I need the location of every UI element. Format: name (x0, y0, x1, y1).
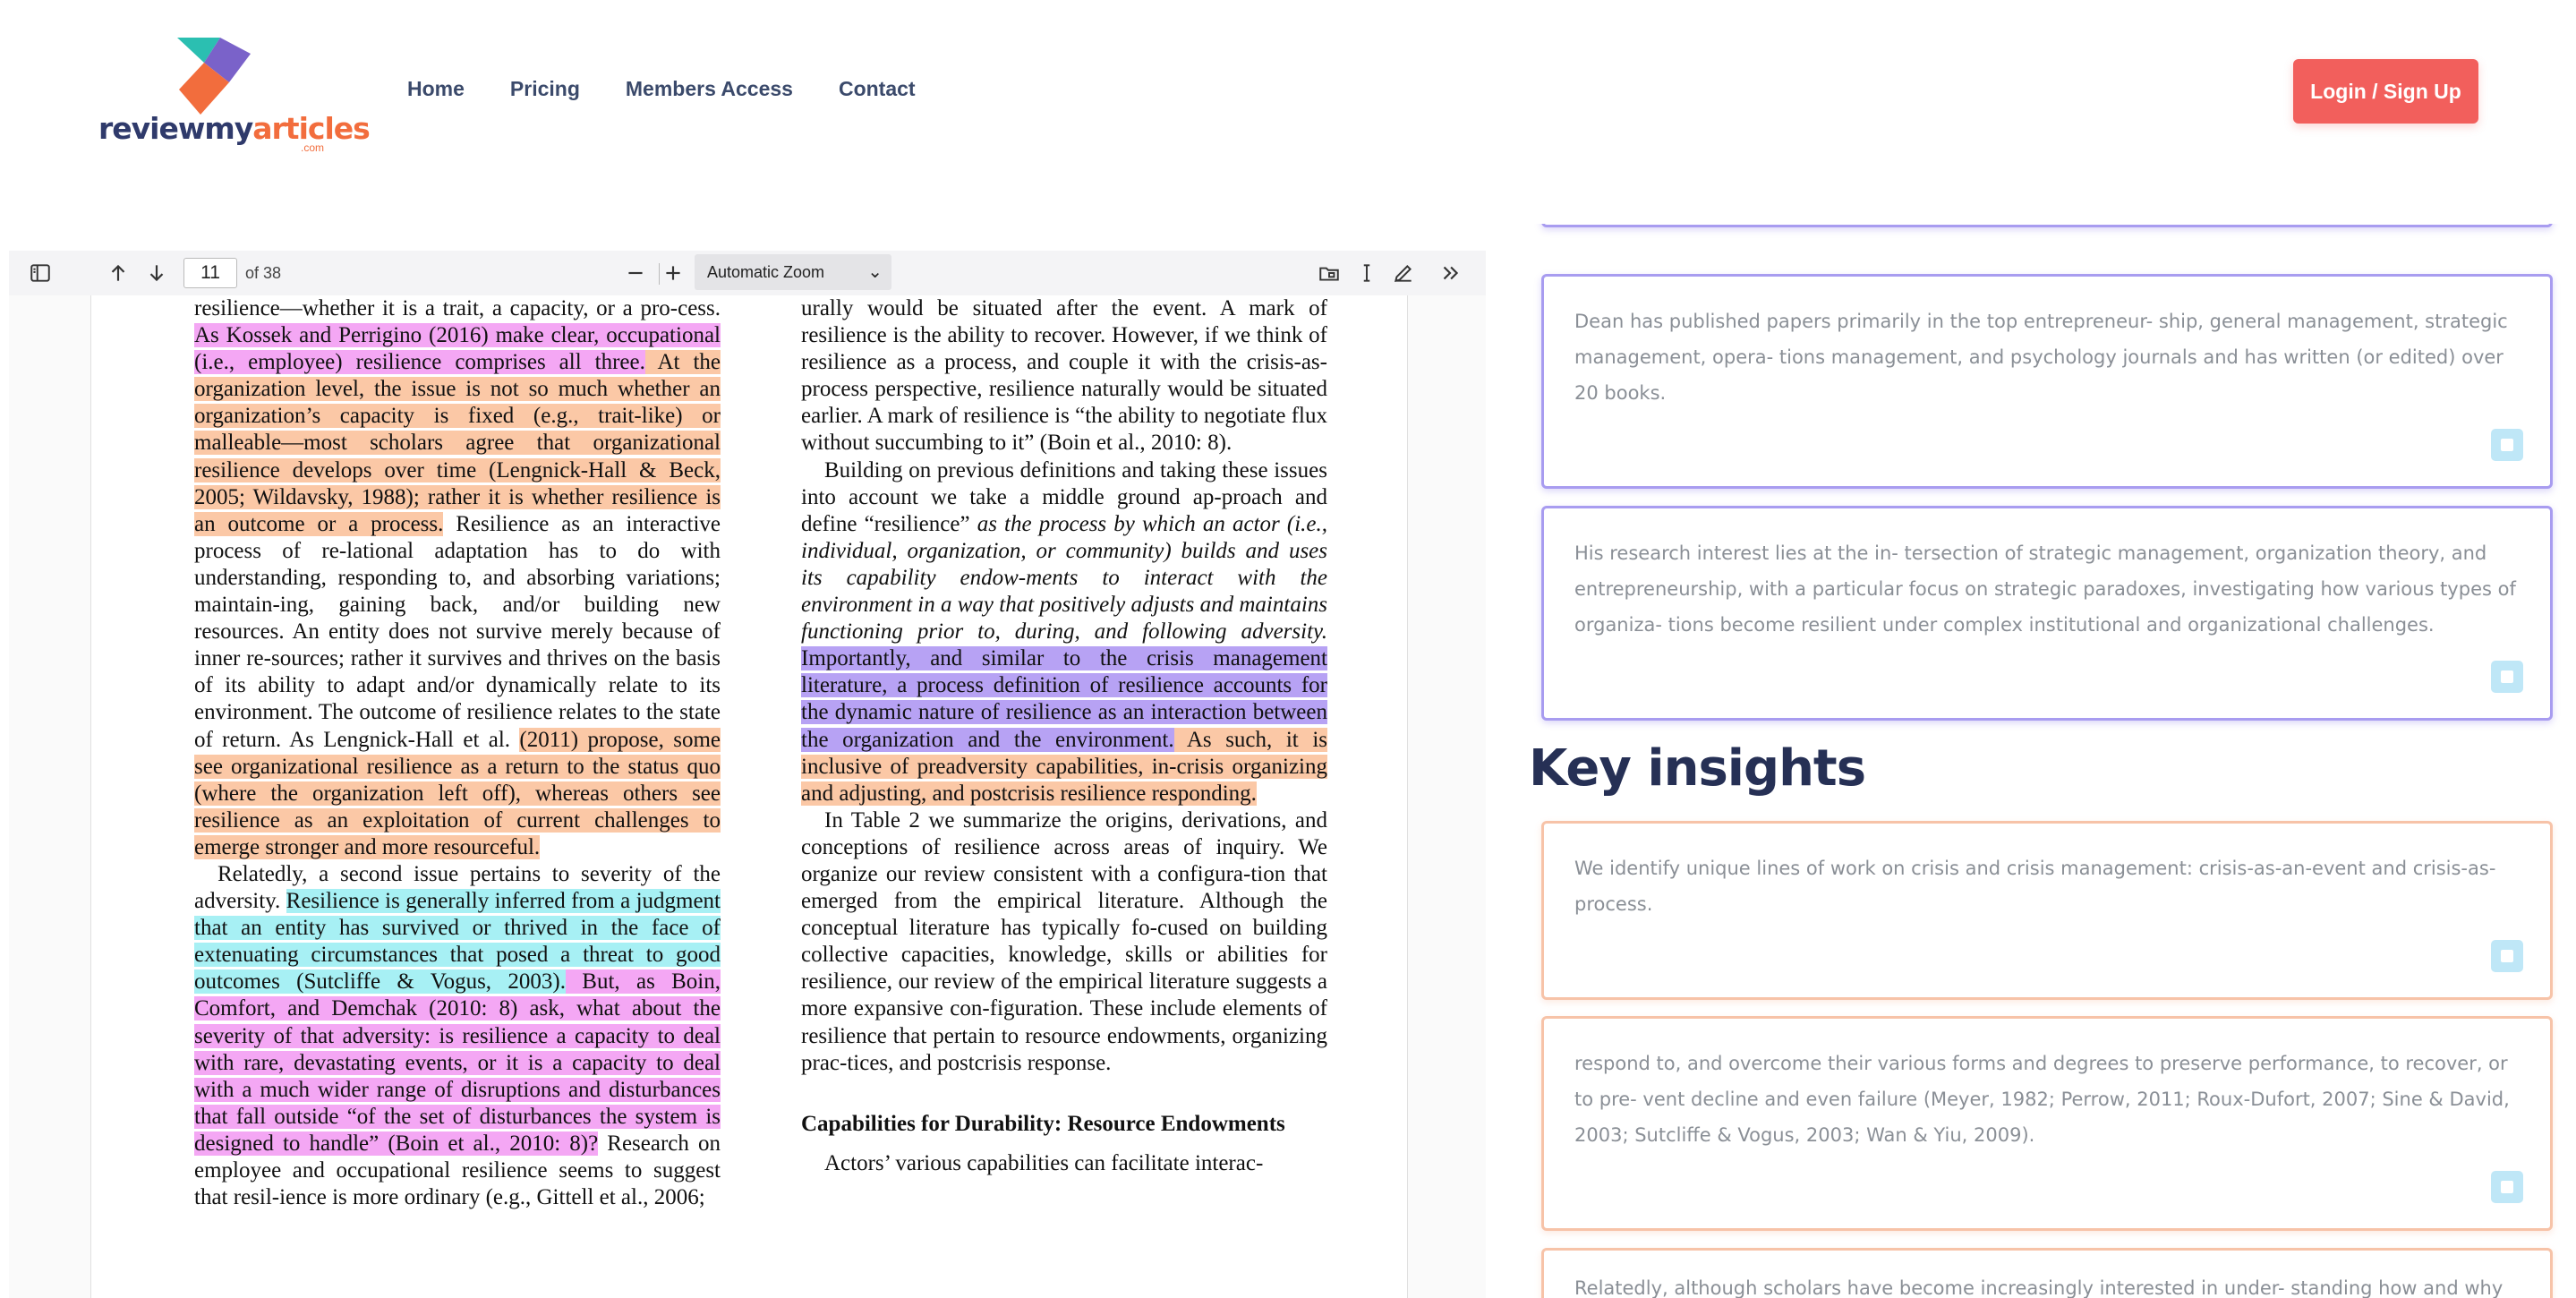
summary-card: His research interest lies at the in- te… (1541, 506, 2553, 721)
pen-icon[interactable] (1386, 251, 1421, 295)
double-chevron-right-icon[interactable] (1432, 251, 1468, 295)
insight-card-text: Relatedly, although scholars have become… (1574, 1277, 2503, 1298)
brand-tld: .com (301, 141, 325, 154)
sidebar-toggle-icon[interactable] (18, 251, 63, 295)
insight-card: respond to, and overcome their various f… (1541, 1016, 2553, 1231)
highlight-pink[interactable]: As Kossek and Perrigino (2016) make clea… (194, 323, 721, 375)
pdf-left-column: resilience—whether it is a trait, a capa… (194, 295, 721, 1211)
plus-icon[interactable] (655, 251, 691, 295)
text-cursor-icon[interactable] (1349, 251, 1385, 295)
key-insights-heading: Key insights (1529, 739, 1866, 798)
site-logo[interactable]: reviewmyarticles .com (97, 32, 371, 154)
nav-home[interactable]: Home (407, 77, 465, 101)
insights-panel[interactable]: Dean has published papers primarily in t… (1522, 224, 2576, 1298)
nav-pricing[interactable]: Pricing (510, 77, 580, 101)
pdf-section-heading: Capabilities for Durability: Resource En… (801, 1111, 1285, 1136)
insight-card: We identify unique lines of work on cris… (1541, 821, 2553, 1000)
pdf-paragraph: Actors’ various capabilities can facilit… (824, 1150, 1264, 1175)
copy-icon[interactable] (2491, 661, 2523, 693)
insight-card: Relatedly, although scholars have become… (1541, 1248, 2553, 1298)
summary-card-text: Dean has published papers primarily in t… (1574, 311, 2508, 404)
zoom-select-value: Automatic Zoom (707, 263, 825, 281)
insight-card-text: We identify unique lines of work on cris… (1574, 858, 2496, 915)
pdf-paragraph: In Table 2 we summarize the origins, der… (801, 807, 1327, 1075)
copy-icon[interactable] (2491, 1171, 2523, 1203)
arrow-down-icon[interactable] (139, 251, 175, 295)
page-number-input[interactable]: 11 (183, 258, 237, 288)
brand-name: reviewmyarticles (98, 111, 371, 146)
main-nav: Home Pricing Members Access Contact (407, 77, 916, 101)
pdf-toolbar: 11 of 38 Automatic Zoom ⌄ (9, 251, 1486, 296)
highlight-pink[interactable]: But, as Boin, Comfort, and Demchak (2010… (194, 969, 721, 1156)
minus-icon[interactable] (618, 251, 653, 295)
folder-icon[interactable] (1311, 251, 1347, 295)
login-signup-button[interactable]: Login / Sign Up (2293, 59, 2478, 124)
insight-card-text: respond to, and overcome their various f… (1574, 1053, 2510, 1146)
logo-mark-icon (177, 38, 251, 115)
summary-card: Dean has published papers primarily in t… (1541, 274, 2553, 489)
pdf-text: resilience—whether it is a trait, a capa… (194, 296, 721, 320)
nav-contact[interactable]: Contact (839, 77, 916, 101)
pdf-page: resilience—whether it is a trait, a capa… (90, 295, 1408, 1298)
copy-icon[interactable] (2491, 429, 2523, 461)
pdf-text: Resilience as an interactive process of … (194, 511, 721, 752)
pdf-paragraph: Building on previous definitions and tak… (801, 457, 1327, 807)
arrow-up-icon[interactable] (100, 251, 136, 295)
pdf-paragraph: urally would be situated after the event… (801, 296, 1328, 456)
summary-card-text: His research interest lies at the in- te… (1574, 542, 2516, 636)
page-total: of 38 (245, 264, 282, 282)
zoom-select[interactable]: Automatic Zoom ⌄ (695, 254, 891, 290)
summary-card-partial (1541, 224, 2553, 227)
nav-members-access[interactable]: Members Access (626, 77, 793, 101)
pdf-viewer[interactable]: resilience—whether it is a trait, a capa… (9, 295, 1486, 1298)
copy-icon[interactable] (2491, 940, 2523, 972)
chevron-down-icon: ⌄ (867, 262, 883, 282)
pdf-paragraph: Relatedly, a second issue pertains to se… (194, 861, 721, 1211)
pdf-paragraph: resilience—whether it is a trait, a capa… (194, 295, 721, 861)
highlight-orange[interactable]: At the organization level, the issue is … (194, 350, 721, 536)
pdf-right-column: urally would be situated after the event… (801, 295, 1327, 1177)
